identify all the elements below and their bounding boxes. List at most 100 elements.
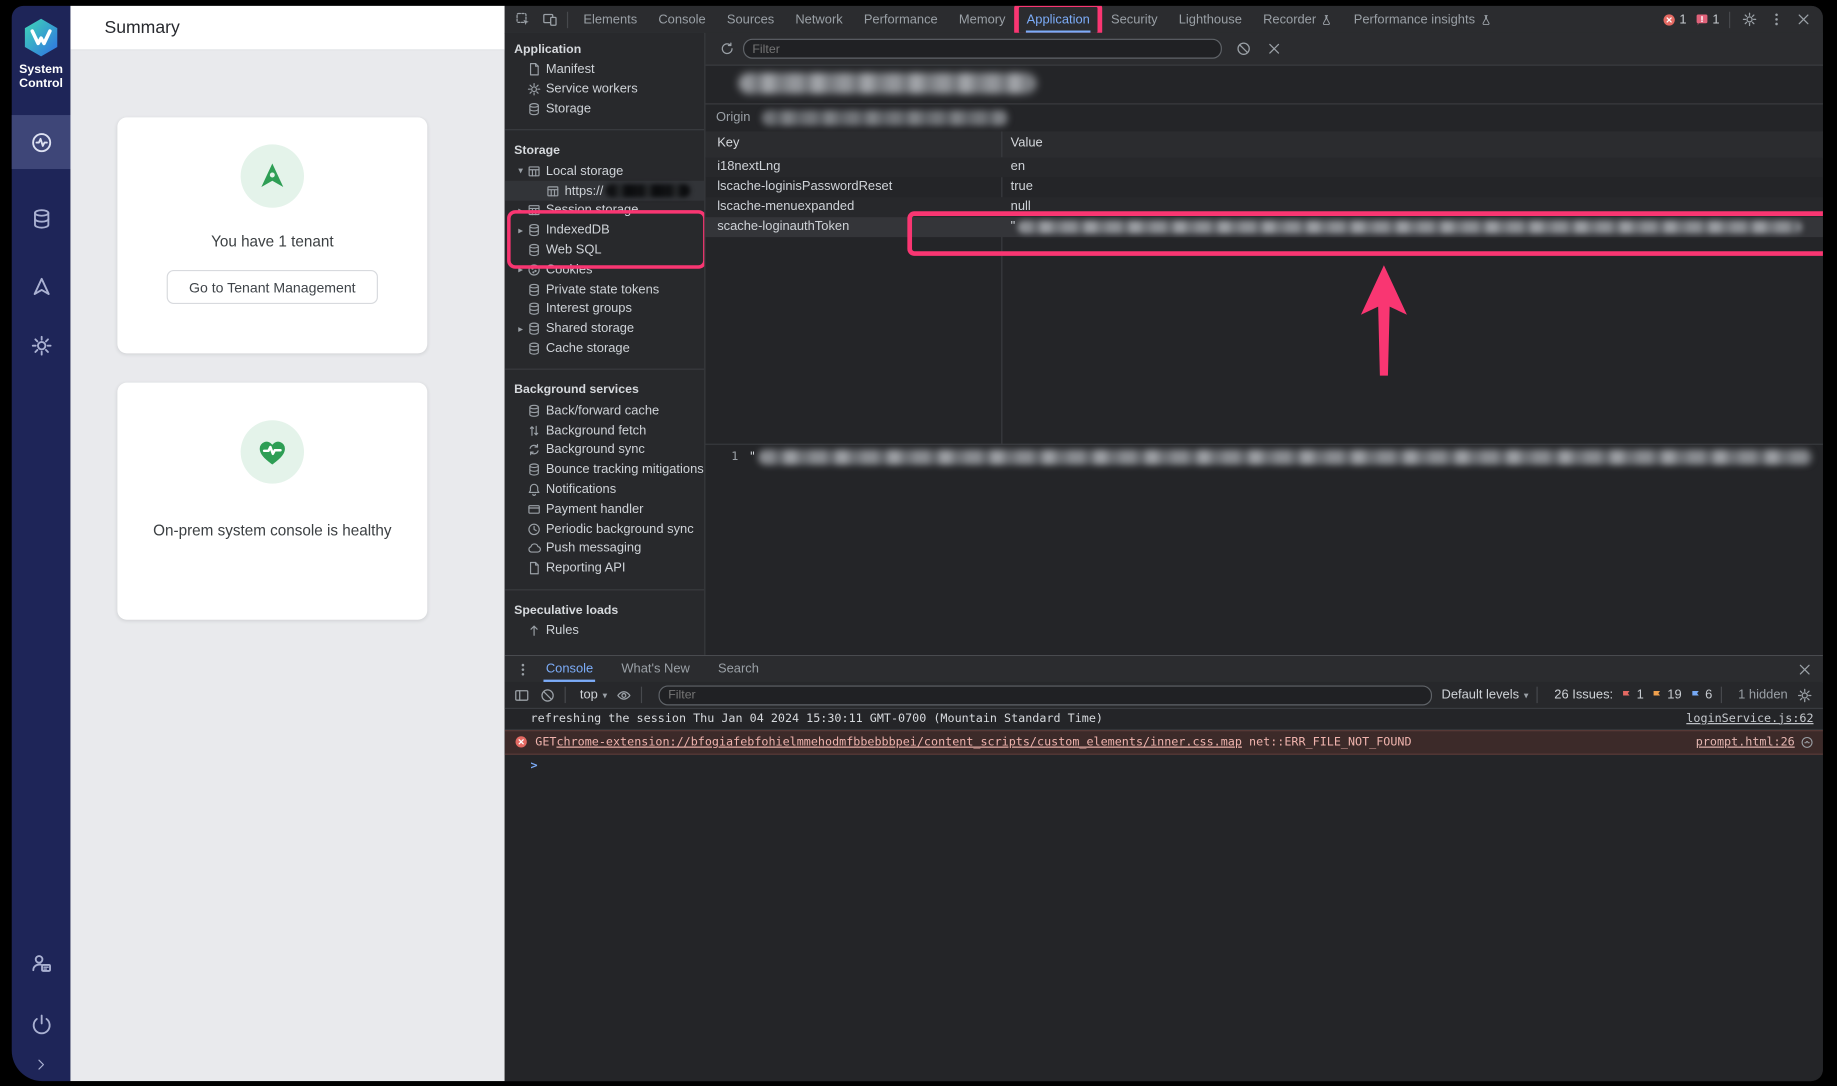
source-link[interactable]: loginService.js:62 [1686,712,1813,725]
console-prompt-row[interactable]: > [505,755,1823,777]
tabbar-right-controls: 1 1 [1662,10,1813,29]
console-settings-gear-icon[interactable] [1795,685,1814,704]
storage-table-row[interactable]: i18nextLng en [705,157,1822,177]
sidebar-item-settings[interactable] [12,318,71,372]
close-drawer-icon[interactable] [1795,660,1814,679]
activity-pulse-icon [30,131,52,153]
tree-item[interactable]: ▸ Shared storage [505,319,705,339]
tree-item[interactable]: ▸ IndexedDB [505,220,705,240]
devtools-tab[interactable]: Performance insights [1343,6,1502,33]
disclosure-arrow[interactable]: ▸ [514,225,527,236]
inspect-element-icon[interactable] [513,10,532,29]
tree-item[interactable]: Interest groups [505,299,705,319]
live-expression-eye-icon[interactable] [614,685,633,704]
disclosure-arrow[interactable]: ▸ [514,264,527,275]
issues-summary: 26 Issues: 1 19 6 [1554,688,1712,702]
devtools-tab[interactable]: Lighthouse [1168,6,1252,33]
disclosure-arrow[interactable]: ▾ [514,166,527,177]
devtools-tabbar: Elements Console Sources Network Perform… [505,6,1823,34]
drawer-tab[interactable]: Search [704,656,773,682]
disclosure-arrow[interactable]: ▸ [514,205,527,216]
devtools-tab[interactable]: Recorder [1252,6,1343,33]
tree-item[interactable]: Private state tokens [505,280,705,300]
tree-item[interactable]: Rules [505,620,705,640]
devtools-tab[interactable]: Sources [716,6,785,33]
source-link[interactable]: prompt.html:26 [1696,736,1795,749]
go-to-tenant-management-button[interactable]: Go to Tenant Management [167,270,378,304]
storage-table-row[interactable]: lscache-loginisPasswordReset true [705,177,1822,197]
kebab-menu-icon[interactable] [1767,10,1786,29]
devtools-tab[interactable]: Memory [948,6,1016,33]
storage-filter-input[interactable] [743,39,1222,59]
console-error-row: GET chrome-extension://bfogiafebfohielmm… [505,730,1823,755]
console-filter-input[interactable] [659,685,1432,705]
refresh-icon[interactable] [717,39,736,58]
hidden-messages-label[interactable]: 1 hidden [1738,688,1788,702]
issue-count[interactable]: 6 [1689,688,1713,702]
error-count-badge[interactable]: 1 [1662,12,1687,26]
tree-item[interactable]: Background sync [505,440,705,460]
value-column-header[interactable]: Value [1011,136,1043,150]
tree-item[interactable]: ▾ Local storage [505,161,705,181]
context-selector[interactable]: top ▾ [580,688,607,702]
gear-icon [30,334,52,356]
drawer-tab[interactable]: Console [532,656,608,682]
tree-item[interactable]: Bounce tracking mitigations [505,460,705,480]
sidebar-item-account[interactable] [12,936,71,990]
web-sql-icon [527,243,546,257]
console-sidebar-toggle-icon[interactable] [512,685,531,704]
log-levels-dropdown[interactable]: Default levels ▾ [1442,688,1529,702]
tree-item[interactable]: Storage [505,99,705,119]
sidebar-item-tenants[interactable] [12,259,71,313]
background-sync-icon [527,443,546,457]
devtools-tab[interactable]: Console [648,6,717,33]
drawer-kebab-menu-icon[interactable] [513,660,532,679]
error-url-link[interactable]: chrome-extension://bfogiafebfohielmmehod… [556,736,1241,749]
issues-count-badge[interactable]: 1 [1695,12,1720,26]
sidebar-item-logout[interactable] [12,997,71,1051]
tree-item[interactable]: Cache storage [505,339,705,359]
clear-all-icon[interactable] [1234,39,1253,58]
clear-console-icon[interactable] [538,685,557,704]
tree-item[interactable]: Service workers [505,80,705,100]
session-storage-table-icon [527,204,546,218]
tree-item[interactable]: Manifest [505,60,705,80]
settings-gear-icon[interactable] [1740,10,1759,29]
devtools-tab[interactable]: Elements [573,6,648,33]
sidebar-item-summary[interactable] [12,115,71,169]
payment-handler-icon [527,502,546,516]
tree-section-header: Background services [505,381,705,401]
chevron-right-icon [34,1058,48,1072]
sidebar-item-storage[interactable] [12,191,71,245]
issues-icon [1695,12,1709,26]
tree-item[interactable]: Background fetch [505,420,705,440]
tree-item[interactable]: Web SQL [505,240,705,260]
tree-item[interactable]: ▸ Cookies [505,260,705,280]
tree-item[interactable]: Notifications [505,480,705,500]
devtools-tab[interactable]: Network [785,6,853,33]
storage-table-row[interactable]: scache-loginauthToken " [705,217,1822,237]
delete-selected-icon[interactable] [1264,39,1283,58]
issue-count[interactable]: 1 [1620,688,1644,702]
issue-count[interactable]: 19 [1651,688,1682,702]
sidebar-expand-toggle[interactable] [12,1048,71,1081]
close-devtools-icon[interactable] [1794,10,1813,29]
devtools-tab[interactable]: Application [1016,6,1100,33]
tree-item[interactable]: Payment handler [505,499,705,519]
tree-item[interactable]: Push messaging [505,539,705,559]
tree-item[interactable]: Back/forward cache [505,401,705,421]
devtools-tab[interactable]: Performance [853,6,948,33]
periodic-sync-clock-icon [527,522,546,536]
disclosure-arrow[interactable]: ▸ [514,324,527,335]
device-toolbar-icon[interactable] [540,10,559,29]
interest-groups-icon [527,302,546,316]
devtools-tab[interactable]: Security [1100,6,1168,33]
tenant-icon-circle [241,144,304,207]
tree-item[interactable]: ▸ Session storage [505,201,705,221]
key-column-header[interactable]: Key [717,136,739,150]
tree-item[interactable]: https:// [505,181,705,201]
tree-item[interactable]: Periodic background sync [505,519,705,539]
tree-item[interactable]: Reporting API [505,558,705,578]
storage-table-row[interactable]: lscache-menuexpanded null [705,197,1822,217]
drawer-tab[interactable]: What's New [607,656,704,682]
